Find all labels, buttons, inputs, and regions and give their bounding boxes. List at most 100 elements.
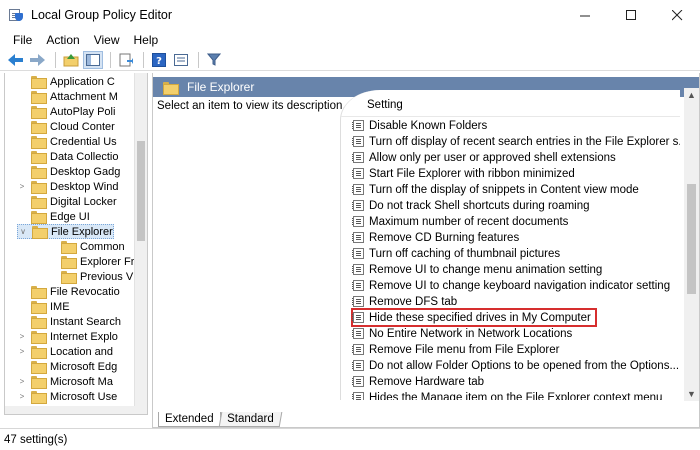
tree-item[interactable]: > Microsoft Ma <box>17 374 113 389</box>
setting-row[interactable]: Remove Hardware tab <box>352 374 484 389</box>
tree-item-label: Credential Us <box>50 135 117 148</box>
tree-item-label: Location and <box>50 345 113 358</box>
up-one-level-button[interactable] <box>61 51 81 69</box>
setting-row[interactable]: Turn off caching of thumbnail pictures <box>352 246 560 261</box>
tree-item-label: Cloud Conter <box>50 120 115 133</box>
up-folder-icon <box>63 53 79 66</box>
setting-label: Remove DFS tab <box>369 295 458 308</box>
expand-chevron-right-icon[interactable]: > <box>17 377 27 386</box>
minimize-button[interactable] <box>562 0 608 30</box>
setting-row[interactable]: Remove DFS tab <box>352 294 458 309</box>
tree-item-label: Attachment M <box>50 90 118 103</box>
tree-item[interactable]: Credential Us <box>17 134 117 149</box>
tree-item[interactable]: Desktop Gadg <box>17 164 120 179</box>
tree-item[interactable]: ∨ File Explorer <box>17 224 114 239</box>
properties-button[interactable] <box>171 51 191 69</box>
scroll-up-arrow-icon[interactable]: ▲ <box>684 90 699 100</box>
tab-standard[interactable]: Standard <box>218 412 282 427</box>
policy-setting-icon <box>352 168 364 179</box>
tree-item[interactable]: > Desktop Wind <box>17 179 118 194</box>
setting-column-header[interactable]: Setting <box>367 99 403 111</box>
help-icon: ? <box>152 52 166 67</box>
setting-row[interactable]: Maximum number of recent documents <box>352 214 568 229</box>
expand-chevron-down-icon[interactable]: ∨ <box>18 227 28 236</box>
folder-icon <box>31 106 47 119</box>
tab-label: Extended <box>165 413 214 425</box>
policy-setting-icon <box>352 376 364 387</box>
tree-item[interactable]: Data Collectio <box>17 149 118 164</box>
expand-chevron-right-icon[interactable]: > <box>17 332 27 341</box>
setting-row[interactable]: Turn off display of recent search entrie… <box>352 134 680 149</box>
scroll-down-arrow-icon[interactable]: ▼ <box>684 389 699 399</box>
expand-chevron-right-icon[interactable]: > <box>17 392 27 401</box>
policy-setting-icon <box>352 232 364 243</box>
setting-row[interactable]: No Entire Network in Network Locations <box>352 326 573 341</box>
tree-item[interactable]: Application C <box>17 74 115 89</box>
tree-item[interactable]: > Internet Explo <box>17 329 118 344</box>
tree-item[interactable]: File Revocatio <box>17 284 120 299</box>
tree-item[interactable]: Microsoft Edg <box>17 359 117 374</box>
folder-icon <box>31 391 47 404</box>
folder-icon <box>31 181 47 194</box>
tree-item[interactable]: > Microsoft Use <box>17 389 117 404</box>
tree-item[interactable]: IME <box>17 299 70 314</box>
setting-row[interactable]: Do not track Shell shortcuts during roam… <box>352 198 590 213</box>
tab-extended[interactable]: Extended <box>158 412 221 427</box>
setting-row[interactable]: Hides the Manage item on the File Explor… <box>352 390 662 400</box>
tree-item[interactable]: Common <box>47 239 125 254</box>
close-icon <box>671 9 682 20</box>
tree-item-label: Explorer Fr <box>80 255 135 268</box>
close-button[interactable] <box>654 0 700 30</box>
window-title: Local Group Policy Editor <box>31 8 173 22</box>
menu-action[interactable]: Action <box>39 33 86 47</box>
scrollbar-thumb[interactable] <box>137 141 145 241</box>
tree-item[interactable]: Digital Locker <box>17 194 117 209</box>
setting-label: No Entire Network in Network Locations <box>369 327 573 340</box>
filter-button[interactable] <box>204 51 224 69</box>
setting-row[interactable]: Turn off the display of snippets in Cont… <box>352 182 639 197</box>
folder-icon <box>32 226 48 239</box>
tree-item[interactable]: Cloud Conter <box>17 119 115 134</box>
setting-row[interactable]: Start File Explorer with ribbon minimize… <box>352 166 575 181</box>
setting-row[interactable]: Allow only per user or approved shell ex… <box>352 150 616 165</box>
help-button[interactable]: ? <box>149 51 169 69</box>
tree-item-label: Microsoft Use <box>50 390 118 403</box>
description-text: Select an item to view its description. <box>157 100 346 112</box>
setting-row[interactable]: Remove UI to change keyboard navigation … <box>352 278 670 293</box>
back-button[interactable] <box>6 51 26 69</box>
tree-vertical-scrollbar[interactable] <box>134 73 147 414</box>
setting-row-highlighted[interactable]: Hide these specified drives in My Comput… <box>351 308 597 327</box>
tree-item[interactable]: Instant Search <box>17 314 121 329</box>
tree-horizontal-scrollbar[interactable] <box>5 406 136 414</box>
maximize-icon <box>625 9 636 20</box>
menu-file[interactable]: File <box>6 33 39 47</box>
navigation-tree[interactable]: Application C Attachment M AutoPlay Poli Cl… <box>4 73 148 415</box>
menu-help[interactable]: Help <box>127 33 166 47</box>
tree-item[interactable]: > Location and <box>17 344 113 359</box>
tree-item[interactable]: Explorer Fr <box>47 254 134 269</box>
scrollbar-thumb[interactable] <box>687 184 696 294</box>
tree-item-label: Data Collectio <box>50 150 119 163</box>
policy-setting-icon <box>352 312 364 323</box>
forward-button[interactable] <box>28 51 48 69</box>
maximize-button[interactable] <box>608 0 654 30</box>
policy-setting-icon <box>352 120 364 131</box>
setting-row[interactable]: Remove UI to change menu animation setti… <box>352 262 602 277</box>
settings-list[interactable]: Setting Disable Known Folders Turn off di… <box>340 90 680 400</box>
setting-row[interactable]: Remove CD Burning features <box>352 230 519 245</box>
tree-item[interactable]: Attachment M <box>17 89 118 104</box>
expand-chevron-right-icon[interactable]: > <box>17 347 27 356</box>
tree-item[interactable]: Edge UI <box>17 209 90 224</box>
tree-item[interactable]: AutoPlay Poli <box>17 104 115 119</box>
policy-setting-icon <box>352 200 364 211</box>
settings-vertical-scrollbar[interactable]: ▲ ▼ <box>684 88 699 401</box>
export-list-button[interactable] <box>116 51 136 69</box>
setting-row[interactable]: Remove File menu from File Explorer <box>352 342 559 357</box>
tree-item-label: Digital Locker <box>50 195 117 208</box>
menu-view[interactable]: View <box>87 33 127 47</box>
setting-row[interactable]: Disable Known Folders <box>352 118 487 133</box>
setting-row[interactable]: Do not allow Folder Options to be opened… <box>352 358 679 373</box>
expand-chevron-right-icon[interactable]: > <box>17 182 27 191</box>
show-hide-tree-button[interactable] <box>83 50 103 69</box>
tree-item[interactable]: Previous V <box>47 269 133 284</box>
